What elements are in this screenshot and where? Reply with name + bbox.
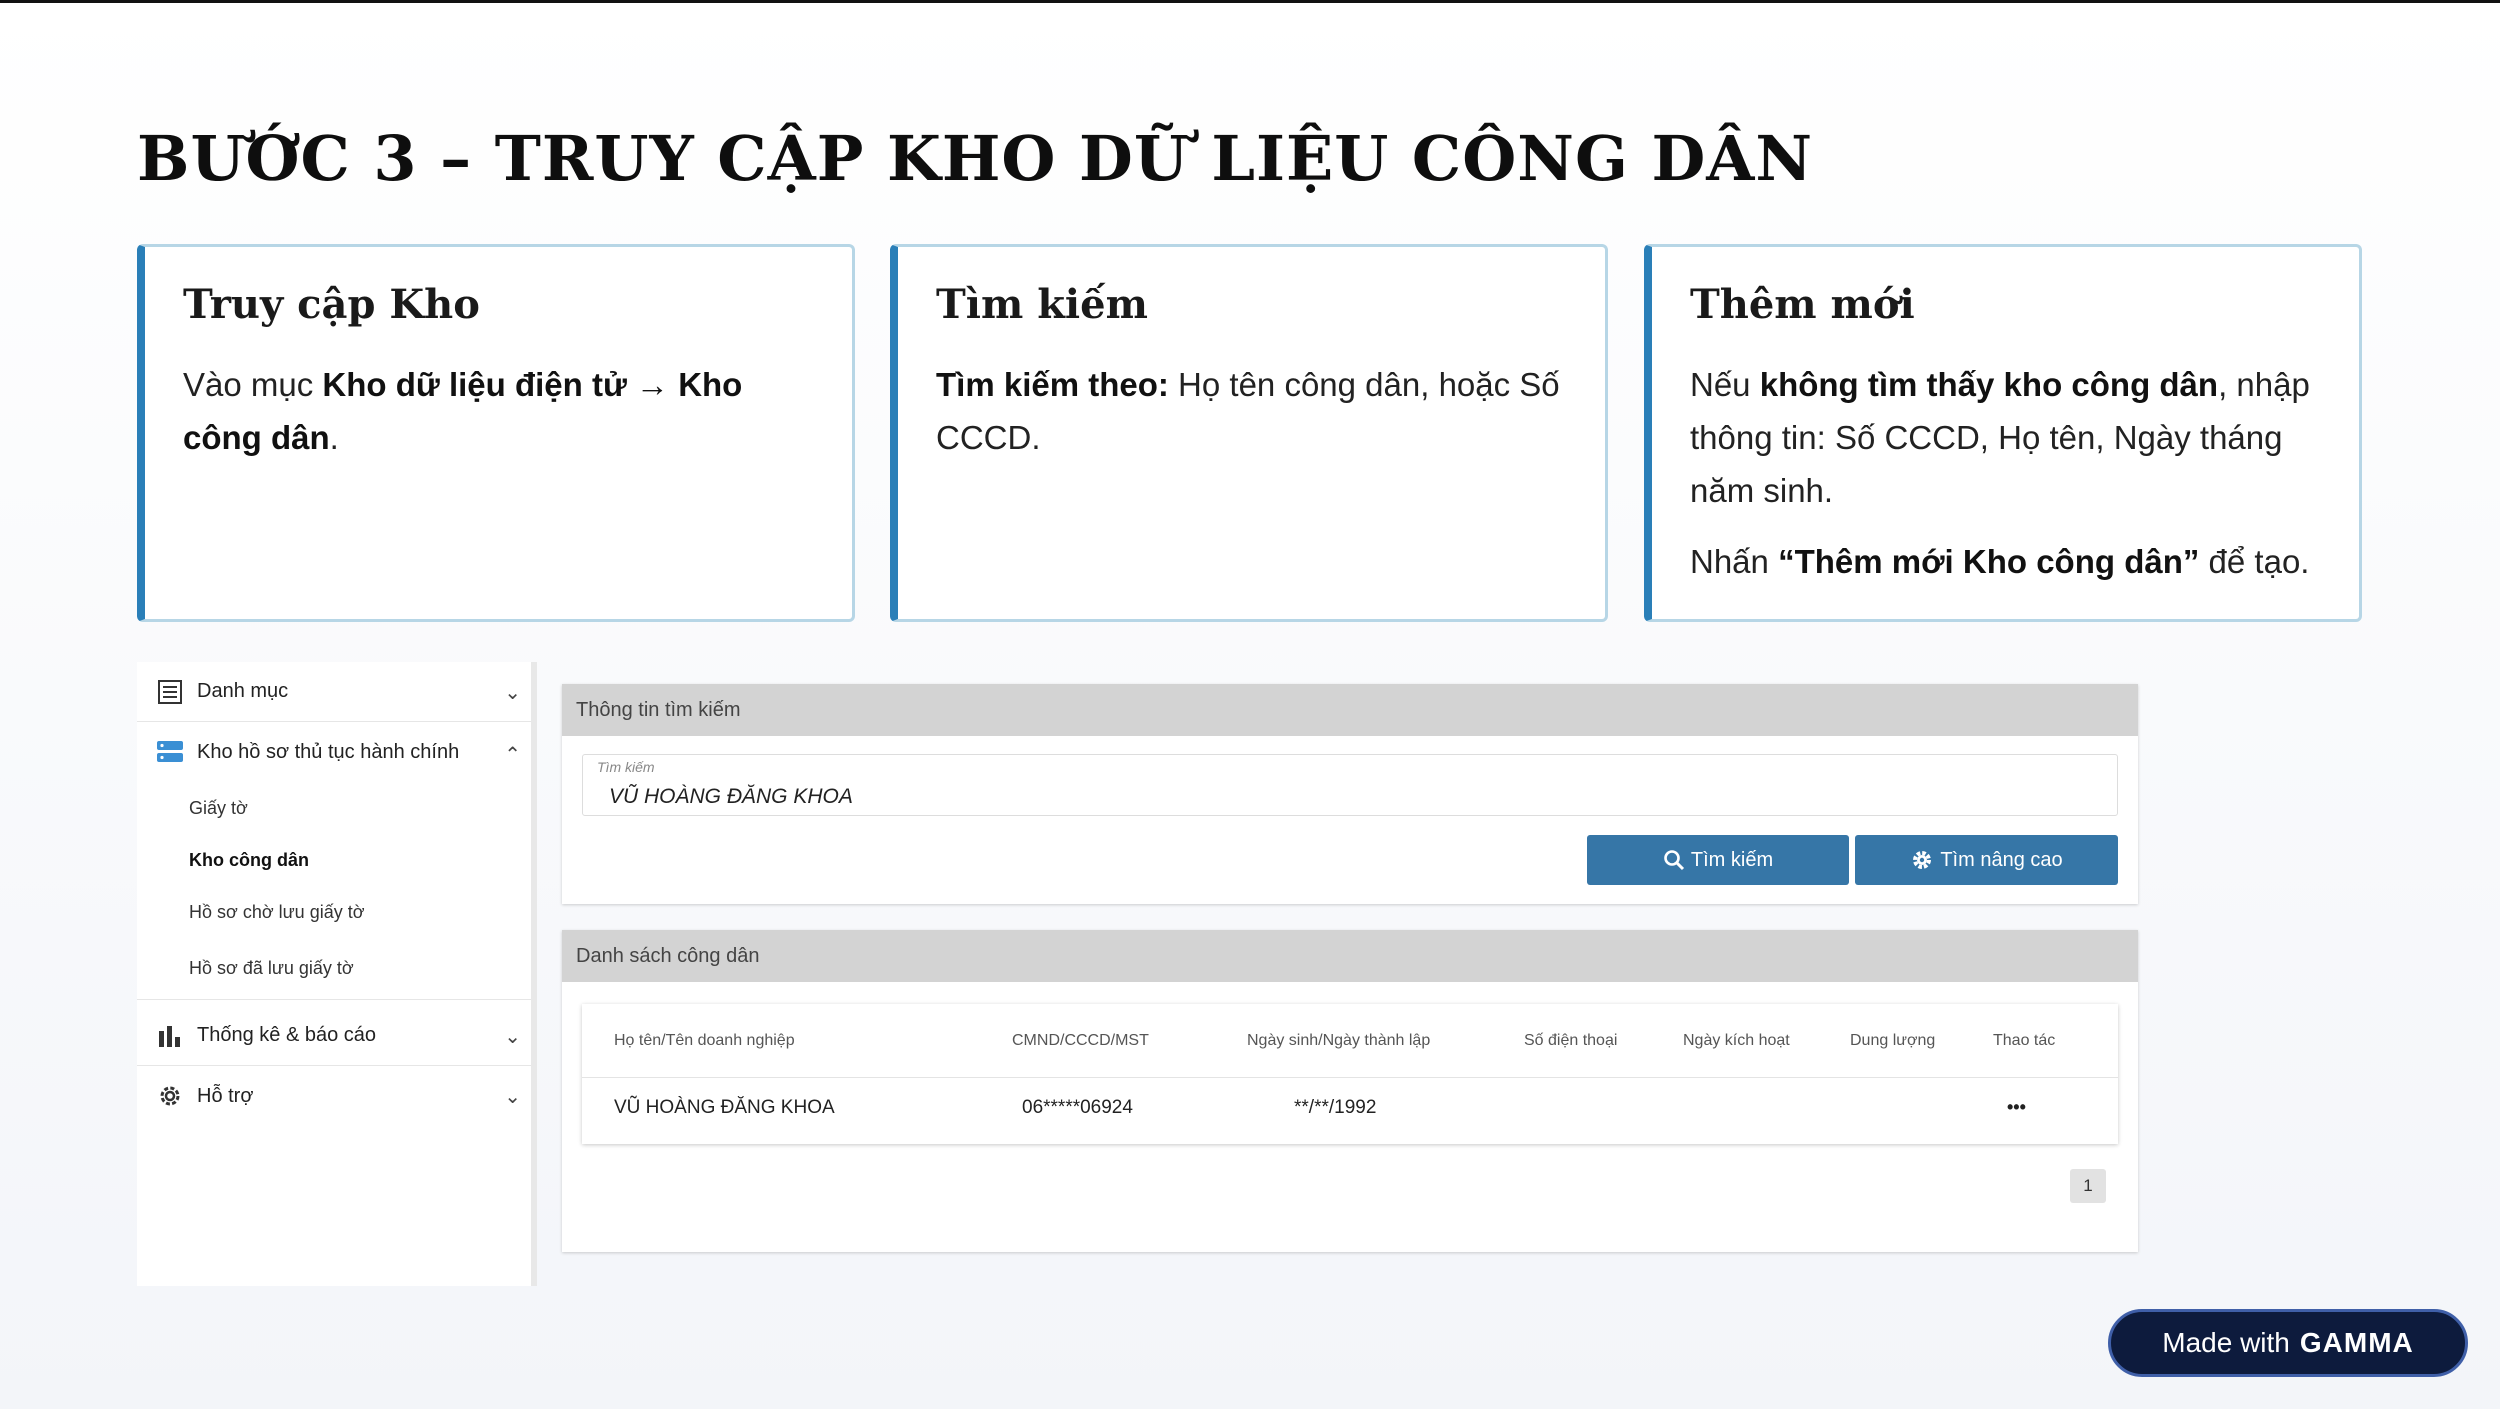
- chevron-up-icon: ⌃: [504, 744, 521, 766]
- text-bold: “Thêm mới Kho công dân”: [1778, 543, 2200, 580]
- search-input-label: Tìm kiếm: [597, 759, 655, 775]
- top-border: [0, 0, 2500, 3]
- pagination-page[interactable]: 1: [2070, 1169, 2106, 1203]
- app-screenshot: Danh mục ⌄ Kho hồ sơ thủ tục hành chính …: [137, 662, 2140, 1286]
- column-header-name: Họ tên/Tên doanh nghiệp: [614, 1032, 795, 1049]
- search-input-value: VŨ HOÀNG ĐĂNG KHOA: [609, 785, 853, 808]
- column-header-phone: Số điện thoại: [1524, 1032, 1618, 1049]
- card-search: Tìm kiếm Tìm kiếm theo: Họ tên công dân,…: [890, 244, 1608, 622]
- chevron-down-icon: ⌄: [504, 1086, 521, 1108]
- search-button[interactable]: Tìm kiếm: [1587, 835, 1849, 885]
- made-with-gamma-badge[interactable]: Made with GAMMA: [2108, 1309, 2468, 1377]
- cell-dob: **/**/1992: [1294, 1097, 1377, 1118]
- sidebar-item-label: Kho hồ sơ thủ tục hành chính: [197, 740, 460, 763]
- column-header-actions: Thao tác: [1993, 1032, 2056, 1049]
- text-segment: Nếu: [1690, 366, 1760, 403]
- card-title: Tìm kiếm: [936, 281, 1148, 328]
- sidebar-item-ho-tro[interactable]: Hỗ trợ ⌄: [137, 1066, 531, 1126]
- card-add-new: Thêm mới Nếu không tìm thấy kho công dân…: [1644, 244, 2362, 622]
- citizen-table: Họ tên/Tên doanh nghiệp CMND/CCCD/MST Ng…: [582, 1004, 2118, 1144]
- text-segment: để tạo.: [2199, 543, 2310, 580]
- gear-icon: [1910, 848, 1934, 872]
- search-panel: Thông tin tìm kiếm Tìm kiếm VŨ HOÀNG ĐĂN…: [562, 684, 2138, 904]
- search-panel-header: Thông tin tìm kiếm: [562, 684, 2138, 736]
- sidebar: Danh mục ⌄ Kho hồ sơ thủ tục hành chính …: [137, 662, 537, 1286]
- advanced-search-button[interactable]: Tìm nâng cao: [1855, 835, 2118, 885]
- page-title: BƯỚC 3 – TRUY CẬP KHO DỮ LIỆU CÔNG DÂN: [137, 122, 1814, 195]
- cell-id: 06*****06924: [1022, 1097, 1133, 1118]
- sidebar-subitem-ho-so-cho-luu[interactable]: Hồ sơ chờ lưu giấy tờ: [137, 886, 531, 938]
- badge-text: Made with: [2162, 1327, 2290, 1358]
- search-input[interactable]: Tìm kiếm VŨ HOÀNG ĐĂNG KHOA: [582, 754, 2118, 816]
- text-segment: Nhấn: [1690, 543, 1779, 580]
- search-icon: [1663, 849, 1685, 871]
- text-segment: .: [329, 419, 339, 456]
- card-access: Truy cập Kho Vào mục Kho dữ liệu điện tử…: [137, 244, 855, 622]
- more-actions-icon[interactable]: •••: [2007, 1097, 2026, 1118]
- text-bold: Tìm kiếm theo:: [936, 366, 1169, 403]
- main-content: Thông tin tìm kiếm Tìm kiếm VŨ HOÀNG ĐĂN…: [562, 684, 2138, 1252]
- sidebar-item-label: Danh mục: [197, 680, 289, 702]
- sidebar-subitem-giay-to[interactable]: Giấy tờ: [137, 782, 531, 834]
- advanced-search-button-label: Tìm nâng cao: [1940, 848, 2063, 871]
- card-text: Tìm kiếm theo: Họ tên công dân, hoặc Số …: [936, 358, 1569, 464]
- gear-icon: [155, 1081, 185, 1111]
- sidebar-item-kho-ho-so[interactable]: Kho hồ sơ thủ tục hành chính ⌃: [137, 722, 531, 782]
- sidebar-subitem-kho-cong-dan[interactable]: Kho công dân: [137, 834, 531, 886]
- sidebar-item-thong-ke[interactable]: Thống kê & báo cáo ⌄: [137, 1006, 531, 1066]
- column-header-id: CMND/CCCD/MST: [1012, 1032, 1149, 1049]
- text-segment: Vào mục: [183, 366, 323, 403]
- column-header-activated: Ngày kích hoạt: [1683, 1032, 1790, 1049]
- card-text: Nếu không tìm thấy kho công dân, nhập th…: [1690, 358, 2323, 588]
- chevron-down-icon: ⌄: [504, 682, 521, 704]
- sidebar-subitem-ho-so-da-luu[interactable]: Hồ sơ đã lưu giấy tờ: [137, 938, 531, 1000]
- bar-chart-icon: [155, 1021, 185, 1051]
- text-bold: không tìm thấy kho công dân: [1759, 366, 2219, 403]
- column-header-size: Dung lượng: [1850, 1032, 1936, 1049]
- card-title: Truy cập Kho: [183, 281, 480, 328]
- list-icon: [155, 677, 185, 707]
- sidebar-item-danh-muc[interactable]: Danh mục ⌄: [137, 662, 531, 722]
- chevron-down-icon: ⌄: [504, 1026, 521, 1048]
- card-title: Thêm mới: [1690, 281, 1915, 328]
- cell-name: VŨ HOÀNG ĐĂNG KHOA: [614, 1097, 835, 1118]
- citizen-list-header: Danh sách công dân: [562, 930, 2138, 982]
- card-text: Vào mục Kho dữ liệu điện tử → Kho công d…: [183, 358, 816, 464]
- storage-icon: [155, 737, 185, 767]
- citizen-list-panel: Danh sách công dân Họ tên/Tên doanh nghi…: [562, 930, 2138, 1252]
- sidebar-item-label: Thống kê & báo cáo: [197, 1024, 377, 1046]
- column-header-dob: Ngày sinh/Ngày thành lập: [1247, 1032, 1431, 1049]
- table-divider: [582, 1077, 2118, 1078]
- sidebar-item-label: Hỗ trợ: [197, 1084, 254, 1107]
- search-button-label: Tìm kiếm: [1690, 848, 1774, 871]
- gamma-logo: GAMMA: [2299, 1327, 2414, 1358]
